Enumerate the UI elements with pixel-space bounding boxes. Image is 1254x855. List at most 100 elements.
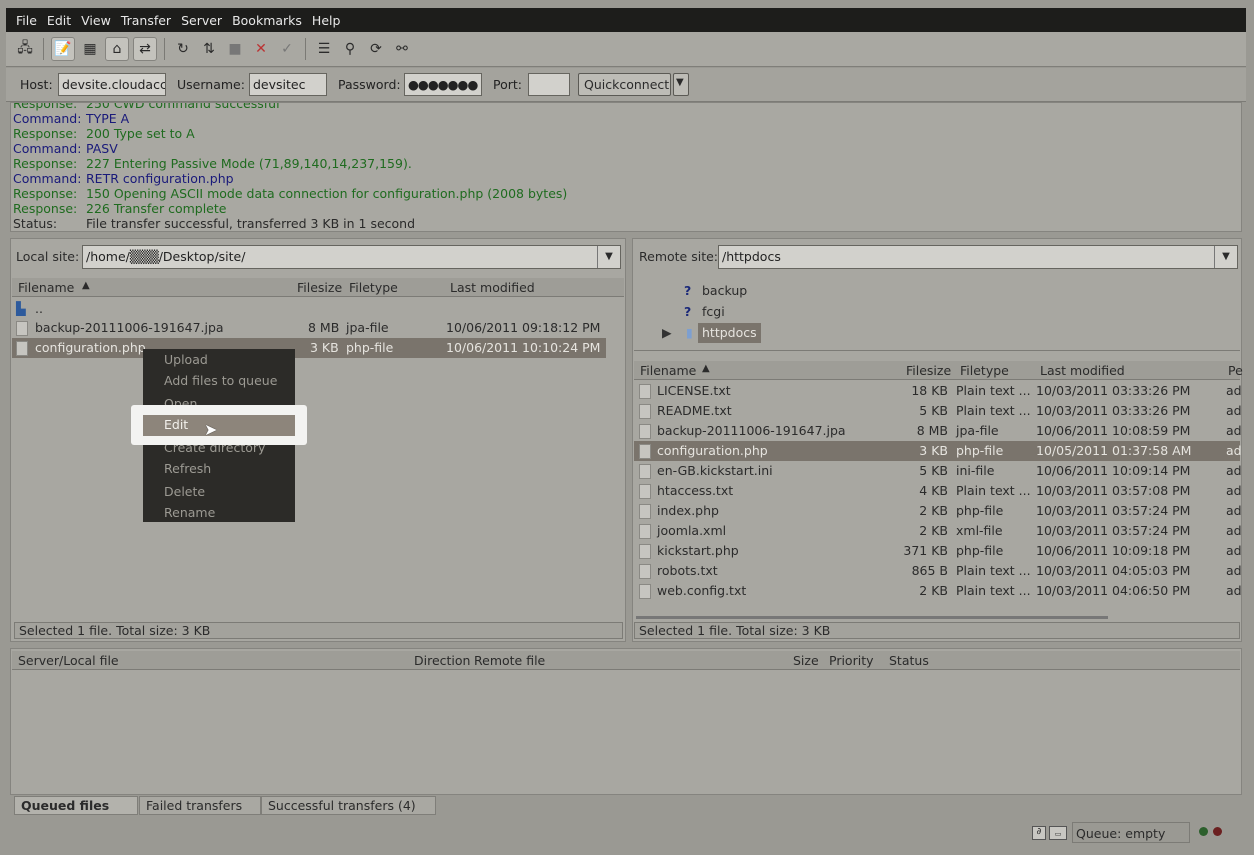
message-log-icon[interactable]: 📝 <box>51 37 75 61</box>
username-field[interactable]: devsitec <box>249 73 327 96</box>
remote-tree-icon[interactable]: ⌂ <box>105 37 129 61</box>
col-server-local-file[interactable]: Server/Local file <box>18 653 119 668</box>
file-type: php-file <box>956 543 1004 558</box>
file-modified: 10/03/2011 03:57:24 PM <box>1036 503 1191 518</box>
col-filename[interactable]: Filename <box>640 363 696 378</box>
log-kind: Response: <box>13 156 78 171</box>
file-icon <box>639 524 651 539</box>
col-last-modified[interactable]: Last modified <box>450 280 535 295</box>
menu-item-delete[interactable]: Delete <box>164 484 205 499</box>
menu-bookmarks[interactable]: Bookmarks <box>227 13 307 28</box>
file-permissions: ad <box>1226 563 1242 578</box>
sync-browse-icon[interactable]: ⟳ <box>365 38 387 60</box>
port-field[interactable] <box>528 73 570 96</box>
local-tree-icon[interactable]: ▦ <box>79 38 101 60</box>
file-size: 18 KB <box>911 383 948 398</box>
tab-queued-files[interactable]: Queued files <box>14 796 138 815</box>
table-row[interactable]: joomla.xml 2 KB xml-file 10/03/2011 03:57:2… <box>634 521 1242 541</box>
table-row[interactable]: README.txt 5 KB Plain text ... 10/03/2011 0… <box>634 401 1242 421</box>
download-led-icon <box>1213 827 1222 836</box>
tab-successful-transfers[interactable]: Successful transfers (4) <box>261 796 436 815</box>
process-queue-icon[interactable]: ⇅ <box>198 38 220 60</box>
compare-icon[interactable]: ⚲ <box>339 38 361 60</box>
table-row-selected[interactable]: configuration.php 3 KB php-file 10/05/2011 … <box>634 441 1242 461</box>
table-row[interactable]: kickstart.php 371 KB php-file 10/06/2011 10… <box>634 541 1242 561</box>
transfer-queue-icon[interactable]: ⇄ <box>133 37 157 61</box>
col-priority[interactable]: Priority <box>829 653 874 668</box>
table-row[interactable]: en-GB.kickstart.ini 5 KB ini-file 10/06/201… <box>634 461 1242 481</box>
ascii-mode-icon: ▭ <box>1049 826 1067 840</box>
table-row[interactable]: robots.txt 865 B Plain text ... 10/03/2011 … <box>634 561 1242 581</box>
col-filetype[interactable]: Filetype <box>960 363 1009 378</box>
log-line: Response: 150 Opening ASCII mode data con… <box>11 186 1241 201</box>
file-icon <box>639 384 651 399</box>
menu-item-edit[interactable]: Edit <box>164 417 188 432</box>
menu-file[interactable]: File <box>6 13 42 28</box>
message-log: Response: 250 CWD command successful Comma… <box>10 102 1242 232</box>
search-icon[interactable]: ⚯ <box>391 38 413 60</box>
local-path-field[interactable]: /home/▒▒▒/Desktop/site/ <box>82 245 621 269</box>
table-row[interactable]: LICENSE.txt 18 KB Plain text ... 10/03/2011… <box>634 381 1242 401</box>
table-row[interactable]: backup-20111006-191647.jpa 8 MB jpa-file… <box>12 318 606 338</box>
menu-help[interactable]: Help <box>307 13 346 28</box>
menu-item-refresh[interactable]: Refresh <box>164 461 211 476</box>
file-modified: 10/03/2011 03:33:26 PM <box>1036 383 1191 398</box>
reconnect-icon[interactable]: ✓ <box>276 38 298 60</box>
horizontal-scrollbar[interactable] <box>636 616 1108 619</box>
cancel-icon[interactable]: ■ <box>224 38 246 60</box>
table-row-selected[interactable]: configuration.php 3 KB php-file 10/06/20… <box>12 338 606 358</box>
file-icon <box>639 484 651 499</box>
table-row[interactable]: ▙ .. <box>12 299 606 319</box>
file-modified: 10/06/2011 10:10:24 PM <box>446 340 601 355</box>
remote-path-field[interactable]: /httpdocs <box>718 245 1238 269</box>
col-direction[interactable]: Direction <box>414 653 470 668</box>
menu-item-add-to-queue[interactable]: Add files to queue <box>164 373 277 388</box>
col-permissions[interactable]: Pe <box>1228 363 1243 378</box>
col-filesize[interactable]: Filesize <box>297 280 342 295</box>
col-status[interactable]: Status <box>889 653 929 668</box>
menu-server[interactable]: Server <box>176 13 227 28</box>
col-size[interactable]: Size <box>793 653 819 668</box>
tab-failed-transfers[interactable]: Failed transfers <box>139 796 261 815</box>
file-name: joomla.xml <box>657 523 727 538</box>
toolbar-separator <box>43 38 44 60</box>
quickconnect-dropdown-icon[interactable]: ▼ <box>673 73 689 96</box>
file-size: 371 KB <box>903 543 948 558</box>
col-filename[interactable]: Filename <box>18 280 74 295</box>
file-name: htaccess.txt <box>657 483 734 498</box>
col-filetype[interactable]: Filetype <box>349 280 398 295</box>
col-remote-file[interactable]: Remote file <box>474 653 545 668</box>
table-row[interactable]: backup-20111006-191647.jpa 8 MB jpa-file 10… <box>634 421 1242 441</box>
col-filesize[interactable]: Filesize <box>906 363 951 378</box>
host-field[interactable]: devsite.cloudacc <box>58 73 166 96</box>
file-permissions: ad <box>1226 503 1242 518</box>
menu-view[interactable]: View <box>76 13 116 28</box>
table-row[interactable]: htaccess.txt 4 KB Plain text ... 10/03/2011… <box>634 481 1242 501</box>
queue-status: Queue: empty <box>1072 822 1190 843</box>
host-label: Host: <box>20 77 53 92</box>
log-text: RETR configuration.php <box>86 171 234 186</box>
log-kind: Command: <box>13 111 82 126</box>
queue-tabs: Queued files Failed transfers Successful… <box>14 796 454 816</box>
chevron-down-icon[interactable]: ▼ <box>1214 246 1237 268</box>
directory-listing-filters-icon[interactable]: ☰ <box>313 38 335 60</box>
menu-item-upload[interactable]: Upload <box>164 352 208 367</box>
refresh-icon[interactable]: ↻ <box>172 38 194 60</box>
quickconnect-button[interactable]: Quickconnect <box>578 73 671 96</box>
menu-edit[interactable]: Edit <box>42 13 76 28</box>
log-line: Response: 250 CWD command successful <box>11 103 1241 111</box>
file-modified: 10/05/2011 01:37:58 AM <box>1036 443 1192 458</box>
table-row[interactable]: web.config.txt 2 KB Plain text ... 10/03/20… <box>634 581 1242 601</box>
local-site-label: Local site: <box>16 249 80 264</box>
file-name: backup-20111006-191647.jpa <box>657 423 846 438</box>
menu-item-rename[interactable]: Rename <box>164 505 215 520</box>
password-field[interactable]: ●●●●●●● <box>404 73 482 96</box>
disconnect-icon[interactable]: ✕ <box>250 38 272 60</box>
log-text: 150 Opening ASCII mode data connection f… <box>86 186 568 201</box>
site-manager-icon[interactable]: 🖧 <box>14 38 36 60</box>
expand-arrow-icon[interactable]: ▶ <box>662 323 672 343</box>
col-last-modified[interactable]: Last modified <box>1040 363 1125 378</box>
menu-transfer[interactable]: Transfer <box>116 13 176 28</box>
table-row[interactable]: index.php 2 KB php-file 10/03/2011 03:57:24… <box>634 501 1242 521</box>
chevron-down-icon[interactable]: ▼ <box>597 246 620 268</box>
